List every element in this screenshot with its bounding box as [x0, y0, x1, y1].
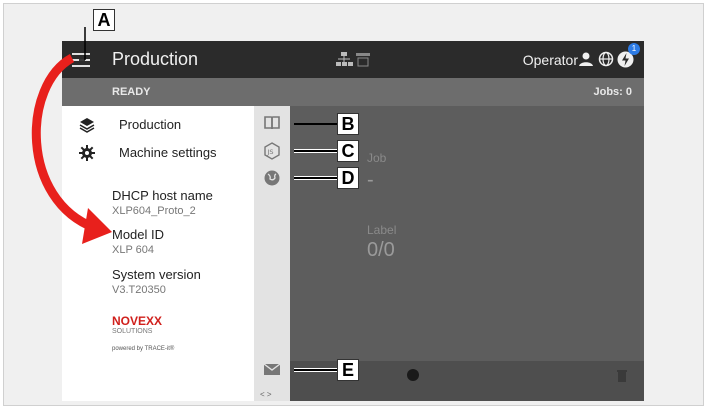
- layers-icon: [79, 118, 95, 133]
- info-value: V3.T20350: [112, 284, 166, 296]
- scroll-indicator[interactable]: < >: [260, 390, 272, 399]
- info-model: Model ID XLP 604: [112, 227, 164, 256]
- icon-rail: JS < >: [254, 106, 290, 401]
- svg-text:JS: JS: [267, 148, 274, 156]
- status-bar: READY Jobs: 0: [62, 78, 644, 106]
- label-value: 0/0: [367, 239, 395, 261]
- status-text: READY: [112, 86, 151, 98]
- globe-icon[interactable]: [263, 169, 281, 187]
- callout-b: B: [337, 113, 359, 135]
- info-version: System version V3.T20350: [112, 267, 201, 296]
- mail-icon[interactable]: [263, 360, 281, 378]
- info-key: System version: [112, 267, 201, 282]
- side-menu: Production Machine settings DHCP host na…: [62, 106, 254, 401]
- job-label: Job: [367, 151, 387, 165]
- network-icon: [336, 52, 370, 67]
- jobs-count: Jobs: 0: [593, 86, 632, 98]
- info-dhcp: DHCP host name XLP604_Proto_2: [112, 188, 213, 217]
- menu-icon[interactable]: [72, 53, 90, 67]
- info-value: XLP 604: [112, 244, 155, 256]
- info-key: Model ID: [112, 227, 165, 242]
- user-icon[interactable]: [578, 51, 594, 67]
- menu-item-label: Production: [119, 117, 182, 132]
- operator-label: Operator: [522, 52, 578, 68]
- device-screen: Production Operator 1 READY Jobs: 0 Job …: [62, 41, 644, 401]
- label-label: Label: [367, 223, 397, 237]
- job-value: -: [367, 169, 374, 191]
- callout-d: D: [337, 167, 359, 189]
- info-key: DHCP host name: [112, 188, 213, 203]
- page-title: Production: [112, 49, 199, 69]
- callout-c: C: [337, 140, 359, 162]
- notification-badge: 1: [628, 43, 640, 55]
- logo-subtitle: SOLUTIONS: [112, 328, 153, 335]
- top-bar: Production Operator 1: [62, 41, 644, 78]
- js-icon[interactable]: JS: [263, 142, 281, 160]
- menu-item-production[interactable]: Production: [62, 114, 254, 138]
- callout-a: A: [93, 9, 115, 31]
- menu-item-machine-settings[interactable]: Machine settings: [62, 142, 254, 166]
- callout-e: E: [337, 359, 359, 381]
- globe-icon[interactable]: [598, 51, 614, 67]
- trash-icon[interactable]: [616, 369, 628, 383]
- book-icon[interactable]: [263, 114, 281, 132]
- logo-tagline: powered by TRACE-it®: [112, 346, 175, 352]
- menu-item-label: Machine settings: [119, 145, 217, 160]
- info-value: XLP604_Proto_2: [112, 205, 196, 217]
- record-icon[interactable]: [407, 369, 419, 381]
- gear-icon: [79, 145, 95, 161]
- novexx-logo: NOVEXX: [112, 314, 163, 328]
